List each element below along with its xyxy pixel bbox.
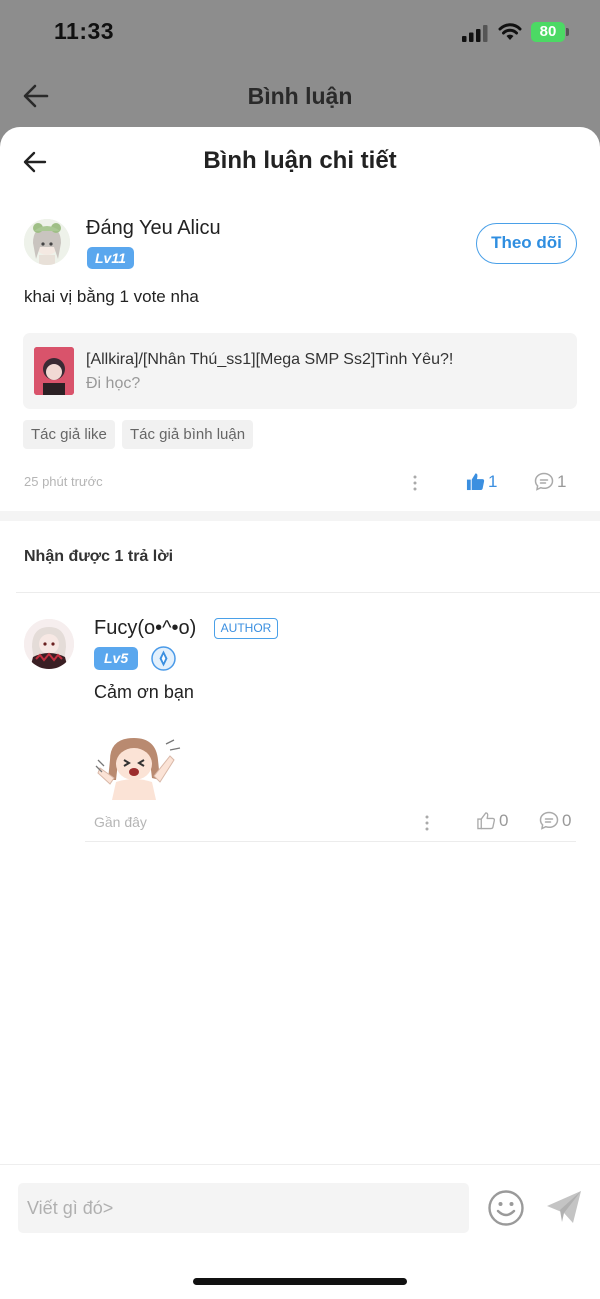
level-badge: Lv5 <box>94 647 139 670</box>
send-icon[interactable] <box>545 1189 583 1225</box>
story-card[interactable]: [Allkira]/[Nhân Thú_ss1][Mega SMP Ss2]Tì… <box>23 333 577 409</box>
like-button[interactable]: 1 <box>466 472 506 494</box>
comment-input-bar: Viết gì đó> <box>0 1164 600 1299</box>
comment-time: 25 phút trước <box>24 474 103 489</box>
story-title: [Allkira]/[Nhân Thú_ss1][Mega SMP Ss2]Tì… <box>86 351 454 368</box>
more-vertical-icon[interactable] <box>424 814 430 832</box>
divider <box>16 592 600 593</box>
like-button[interactable]: 0 <box>476 811 516 833</box>
comment-text: khai vị bằng 1 vote nha <box>24 287 199 306</box>
background-title: Bình luận <box>247 83 353 109</box>
like-count: 0 <box>499 811 509 830</box>
comment-detail-sheet: Bình luận chi tiết Đáng Yeu Alicu Lv11 T… <box>0 127 600 1299</box>
comment-count: 0 <box>562 811 572 830</box>
sheet-header: Bình luận chi tiết <box>0 127 600 197</box>
avatar-image <box>24 219 70 265</box>
battery-level: 80 <box>539 23 557 40</box>
comment-input[interactable]: Viết gì đó> <box>18 1183 469 1233</box>
story-thumbnail <box>34 347 74 395</box>
status-time: 11:33 <box>54 18 115 44</box>
comment-author-name[interactable]: Đáng Yeu Alicu <box>86 217 221 240</box>
author-badge: AUTHOR <box>214 618 278 639</box>
wifi-icon <box>498 23 522 40</box>
comment-bubble-icon <box>539 811 559 830</box>
avatar[interactable] <box>24 219 70 265</box>
story-chapter: Đi học? <box>86 375 141 392</box>
verified-badge-icon <box>151 646 176 671</box>
thumbs-up-icon <box>466 473 485 491</box>
avatar[interactable] <box>24 619 74 669</box>
sheet-title: Bình luận chi tiết <box>203 147 397 174</box>
level-badge: Lv11 <box>87 247 134 269</box>
reply-button[interactable]: 0 <box>539 811 579 833</box>
reply-text: Cảm ơn bạn <box>94 682 194 702</box>
thumbs-up-icon <box>477 812 496 830</box>
tag-author-like: Tác giả like <box>23 420 115 449</box>
reply-author-name[interactable]: Fucy(o•^•o) <box>94 617 196 640</box>
like-count: 1 <box>488 472 498 491</box>
sticker-image <box>94 730 184 802</box>
more-vertical-icon[interactable] <box>412 474 418 492</box>
comment-bubble-icon <box>534 472 554 491</box>
divider <box>85 841 576 842</box>
status-bar: 11:33 80 <box>0 0 600 64</box>
home-indicator <box>193 1278 407 1285</box>
cellular-signal-icon <box>462 25 488 42</box>
replies-header: Nhận được 1 trả lời <box>24 548 174 565</box>
reply-button[interactable]: 1 <box>534 472 574 494</box>
tag-author-comment: Tác giả bình luận <box>122 420 254 449</box>
avatar-image <box>24 619 74 669</box>
battery-icon: 80 <box>531 22 569 42</box>
follow-button[interactable]: Theo dõi <box>476 223 577 264</box>
comment-count: 1 <box>557 472 567 491</box>
emoji-icon[interactable] <box>487 1189 525 1227</box>
reply-time: Gần đây <box>94 814 147 830</box>
section-divider <box>0 511 600 521</box>
